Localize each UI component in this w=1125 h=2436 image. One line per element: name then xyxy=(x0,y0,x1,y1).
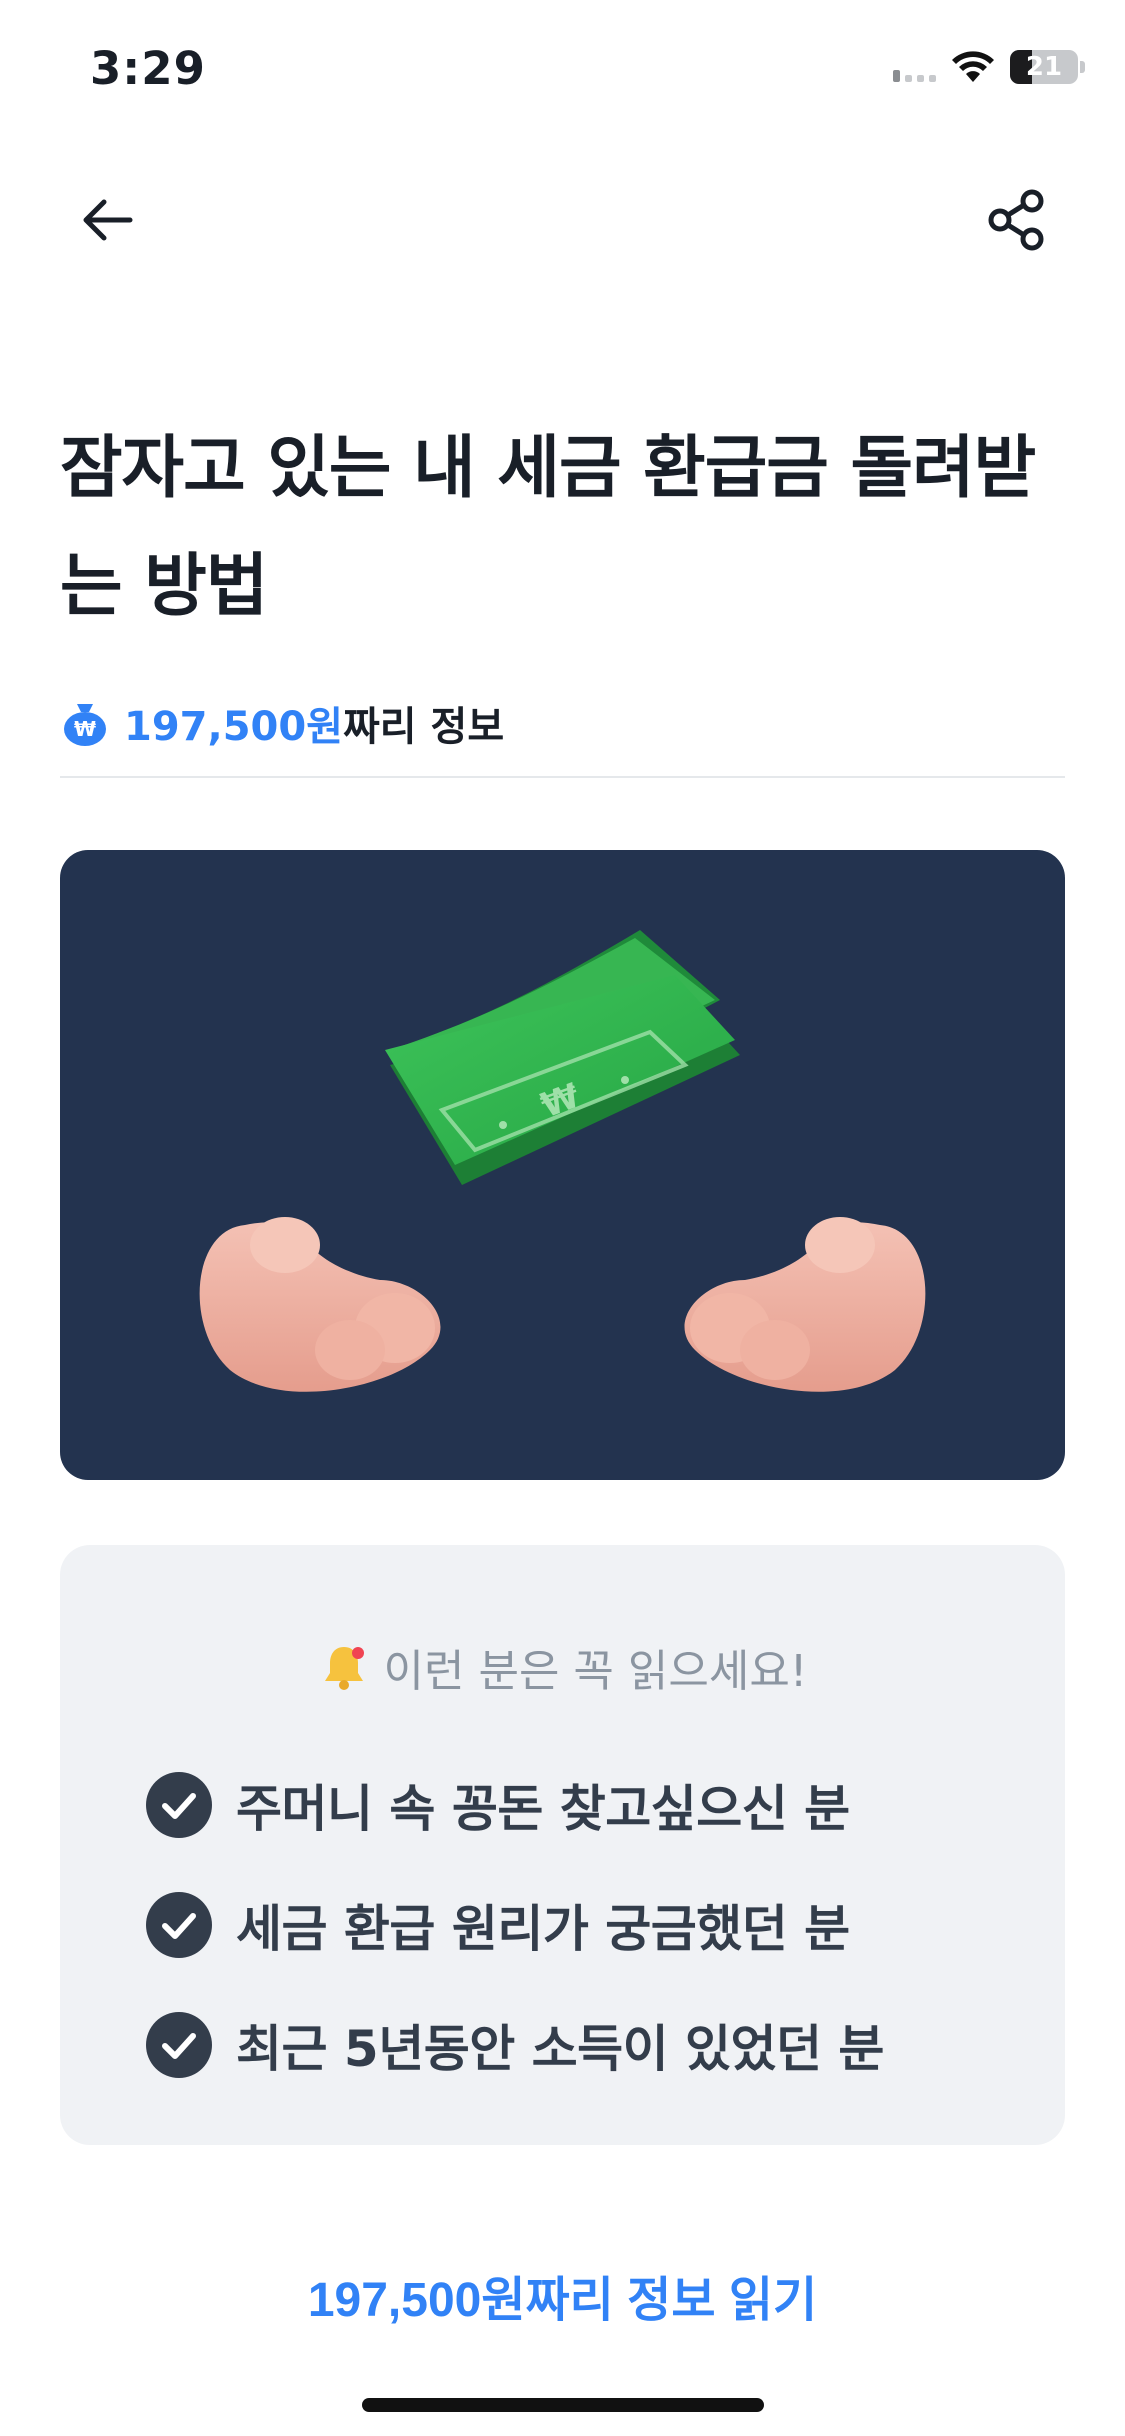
check-item-label: 세금 환급 원리가 궁금했던 분 xyxy=(236,1900,850,1958)
battery-level: 21 xyxy=(1025,52,1063,82)
check-item: 주머니 속 꽁돈 찾고싶으신 분 xyxy=(146,1745,884,1865)
home-indicator[interactable] xyxy=(362,2398,764,2412)
info-header-text: 이런 분은 꼭 읽으세요! xyxy=(383,1646,808,1697)
check-item: 세금 환급 원리가 궁금했던 분 xyxy=(146,1865,884,1985)
check-circle-icon xyxy=(146,1772,212,1838)
value-line: ₩ 197,500원 짜리 정보 xyxy=(60,694,504,752)
left-hand-icon xyxy=(199,1217,441,1392)
article-title: 잠자고 있는 내 세금 환급금 돌려받는 방법 xyxy=(60,429,1036,626)
status-time: 3:29 xyxy=(90,42,206,95)
read-info-button[interactable]: 197,500원짜리 정보 읽기 xyxy=(0,2260,1125,2330)
check-circle-icon xyxy=(146,1892,212,1958)
hero-illustration: ₩ xyxy=(60,850,1065,1480)
money-hands-illustration: ₩ xyxy=(199,930,926,1392)
battery-icon: 21 xyxy=(1010,50,1085,84)
right-hand-icon xyxy=(684,1217,926,1392)
money-bill-icon: ₩ xyxy=(385,930,740,1185)
nav-bar xyxy=(0,170,1125,270)
info-card: 이런 분은 꼭 읽으세요! 주머니 속 꽁돈 찾고싶으신 분 세금 환급 원리가… xyxy=(60,1545,1065,2145)
value-suffix: 짜리 정보 xyxy=(343,704,505,750)
value-amount: 197,500원 xyxy=(124,704,343,750)
status-bar: 3:29 21 xyxy=(0,0,1125,140)
page: 3:29 21 잠자고 있는 내 세금 환급금 돌려받는 방법 ₩ 197,50… xyxy=(0,0,1125,2436)
info-header: 이런 분은 꼭 읽으세요! xyxy=(60,1635,1065,1699)
arrow-left-icon xyxy=(83,199,133,241)
check-item: 최근 5년동안 소득이 있었던 분 xyxy=(146,1985,884,2105)
share-button[interactable] xyxy=(979,182,1055,258)
divider xyxy=(60,776,1065,778)
status-icons: 21 xyxy=(893,50,1085,84)
back-button[interactable] xyxy=(70,182,146,258)
check-item-label: 주머니 속 꽁돈 찾고싶으신 분 xyxy=(236,1780,850,1838)
svg-text:₩: ₩ xyxy=(74,717,96,741)
bell-icon xyxy=(324,1647,364,1690)
cellular-signal-icon xyxy=(893,52,936,82)
check-circle-icon xyxy=(146,2012,212,2078)
wifi-icon xyxy=(952,51,994,82)
check-list: 주머니 속 꽁돈 찾고싶으신 분 세금 환급 원리가 궁금했던 분 최근 5년동… xyxy=(146,1745,884,2105)
money-bag-icon: ₩ xyxy=(64,704,106,746)
check-item-label: 최근 5년동안 소득이 있었던 분 xyxy=(236,2020,884,2078)
share-icon xyxy=(988,189,1044,251)
